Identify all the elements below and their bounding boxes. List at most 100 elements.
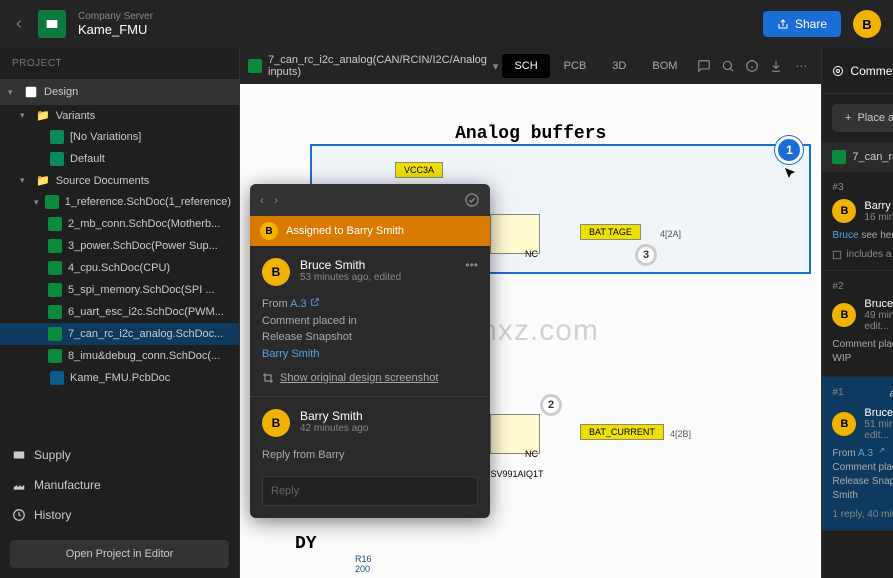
comment-text: From A.3 Comment placed in Release Snaps… bbox=[262, 296, 478, 362]
cursor-icon bbox=[783, 166, 799, 182]
schdoc-icon bbox=[48, 261, 62, 275]
back-button[interactable] bbox=[12, 17, 26, 31]
avatar: B bbox=[260, 222, 278, 240]
plus-icon: + bbox=[845, 112, 851, 124]
comment-item[interactable]: #3 B Barry Smith 16 minutes ago Bruce se… bbox=[822, 172, 893, 271]
comment-time: 16 minutes ago bbox=[864, 212, 893, 223]
tree-no-variations[interactable]: [No Variations] bbox=[0, 126, 239, 148]
comments-panel: Comments BETA All ▾ + Place a Comment 7_… bbox=[821, 48, 893, 578]
schdoc-icon bbox=[48, 239, 62, 253]
schematic-title: Analog buffers bbox=[455, 124, 606, 144]
share-button[interactable]: Share bbox=[763, 11, 841, 37]
manufacture-icon bbox=[12, 478, 26, 492]
sidebar-label: PROJECT bbox=[0, 48, 239, 79]
tree-pcbdoc[interactable]: Kame_FMU.PcbDoc bbox=[0, 367, 239, 389]
comment-preview: Comment placed in current WIP bbox=[832, 338, 893, 366]
chip-label: TSV991AIQ1T bbox=[485, 469, 544, 479]
user-link[interactable]: Barry Smith bbox=[262, 348, 319, 360]
next-button[interactable]: › bbox=[274, 193, 278, 207]
sidebar-manufacture[interactable]: Manufacture bbox=[0, 470, 239, 500]
comments-section-header[interactable]: 7_can_rc_i2c_analog bbox=[822, 142, 893, 172]
avatar: B bbox=[262, 258, 290, 286]
user-avatar[interactable]: B bbox=[853, 10, 881, 38]
tree-doc[interactable]: 6_uart_esc_i2c.SchDoc(PWM... bbox=[0, 301, 239, 323]
comment-item-active[interactable]: #1 assigned to B B Bruce Smith 51 minute… bbox=[822, 377, 893, 531]
schdoc-icon bbox=[832, 150, 846, 164]
crop-icon bbox=[262, 372, 274, 384]
external-link-icon bbox=[876, 447, 885, 456]
comment-marker-2[interactable]: 2 bbox=[540, 394, 562, 416]
more-icon[interactable]: ••• bbox=[465, 258, 478, 272]
tree-doc[interactable]: 3_power.SchDoc(Power Sup... bbox=[0, 235, 239, 257]
schdoc-icon bbox=[48, 327, 62, 341]
schematic-canvas[interactable]: Analog buffers VCC3A BAT TAGE 4[2A] NC B… bbox=[240, 84, 821, 578]
pcbdoc-icon bbox=[50, 371, 64, 385]
tree-doc[interactable]: 8_imu&debug_conn.SchDoc(... bbox=[0, 345, 239, 367]
designator: R16 bbox=[355, 554, 372, 564]
comment-time: 53 minutes ago, edited bbox=[300, 272, 455, 283]
project-sidebar: PROJECT ▾ Design ▾ 📁 Variants [No Variat… bbox=[0, 48, 240, 578]
tree-default[interactable]: Default bbox=[0, 148, 239, 170]
file-tab[interactable]: 7_can_rc_i2c_analog(CAN/RCIN/I2C/Analog … bbox=[248, 54, 498, 78]
reply-text: Reply from Barry bbox=[262, 447, 478, 464]
cross-ref-link[interactable]: A.3 bbox=[290, 298, 307, 310]
tree-doc[interactable]: 5_spi_memory.SchDoc(SPI ... bbox=[0, 279, 239, 301]
comment-meta: includes a drawing bbox=[832, 249, 893, 260]
show-screenshot-link[interactable]: Show original design screenshot bbox=[262, 372, 478, 384]
chevron-down-icon: ▾ bbox=[8, 87, 18, 98]
net-label: BAT TAGE bbox=[580, 224, 641, 240]
variant-icon bbox=[50, 152, 64, 166]
assigned-banner: B Assigned to Barry Smith bbox=[250, 216, 490, 246]
tree-doc[interactable]: ▾ 1_reference.SchDoc(1_reference) bbox=[0, 191, 239, 213]
check-icon[interactable] bbox=[464, 192, 480, 208]
supply-icon bbox=[12, 448, 26, 462]
canvas-area: 7_can_rc_i2c_analog(CAN/RCIN/I2C/Analog … bbox=[240, 48, 821, 578]
search-icon[interactable] bbox=[721, 59, 737, 73]
sidebar-supply[interactable]: Supply bbox=[0, 440, 239, 470]
sidebar-history[interactable]: History bbox=[0, 500, 239, 530]
chevron-down-icon: ▾ bbox=[20, 110, 30, 121]
app-header: Company Server Kame_FMU Share B bbox=[0, 0, 893, 48]
comment-time: 42 minutes ago bbox=[300, 423, 478, 434]
resistor-value: 200 bbox=[355, 564, 370, 574]
folder-icon: 📁 bbox=[36, 109, 50, 122]
schdoc-icon bbox=[48, 217, 62, 231]
tree-variants[interactable]: ▾ 📁 Variants bbox=[0, 105, 239, 126]
schdoc-icon bbox=[248, 59, 262, 73]
chevron-down-icon: ▾ bbox=[34, 197, 39, 208]
design-icon bbox=[24, 85, 38, 99]
schdoc-icon bbox=[45, 195, 59, 209]
tree-doc[interactable]: 2_mb_conn.SchDoc(Motherb... bbox=[0, 213, 239, 235]
tab-bom[interactable]: BOM bbox=[640, 54, 689, 78]
comment-item[interactable]: #2 B Bruce Smith 49 minutes ago, edit...… bbox=[822, 271, 893, 377]
folder-icon: 📁 bbox=[36, 174, 50, 187]
project-icon bbox=[38, 10, 66, 38]
reply-input[interactable]: Reply bbox=[262, 476, 478, 506]
panel-title: Comments bbox=[850, 64, 893, 78]
open-project-button[interactable]: Open Project in Editor bbox=[10, 540, 229, 568]
place-comment-button[interactable]: + Place a Comment bbox=[832, 104, 893, 132]
chevron-down-icon: ▾ bbox=[20, 175, 30, 186]
ref-label: 4[2B] bbox=[670, 429, 691, 439]
tab-sch[interactable]: SCH bbox=[502, 54, 549, 78]
tab-3d[interactable]: 3D bbox=[600, 54, 638, 78]
download-icon[interactable] bbox=[769, 59, 785, 73]
tab-pcb[interactable]: PCB bbox=[552, 54, 599, 78]
external-link-icon bbox=[310, 297, 320, 307]
tree-source-docs[interactable]: ▾ 📁 Source Documents bbox=[0, 170, 239, 191]
more-icon[interactable]: ⋯ bbox=[793, 59, 809, 73]
tree-design[interactable]: ▾ Design bbox=[0, 79, 239, 105]
schdoc-icon bbox=[48, 283, 62, 297]
prev-button[interactable]: ‹ bbox=[260, 193, 264, 207]
opamp-symbol bbox=[490, 414, 540, 454]
tree-doc[interactable]: 4_cpu.SchDoc(CPU) bbox=[0, 257, 239, 279]
info-icon[interactable] bbox=[745, 59, 761, 73]
comment-time: 51 minutes ago, edit... bbox=[864, 419, 893, 441]
avatar: B bbox=[262, 409, 290, 437]
reply-count: 1 reply, 40 minutes ago bbox=[832, 509, 893, 520]
history-icon bbox=[12, 508, 26, 522]
tree-doc-selected[interactable]: 7_can_rc_i2c_analog.SchDoc... bbox=[0, 323, 239, 345]
variant-icon bbox=[50, 130, 64, 144]
comment-tool-icon[interactable] bbox=[697, 59, 713, 73]
comment-marker-3[interactable]: 3 bbox=[635, 244, 657, 266]
